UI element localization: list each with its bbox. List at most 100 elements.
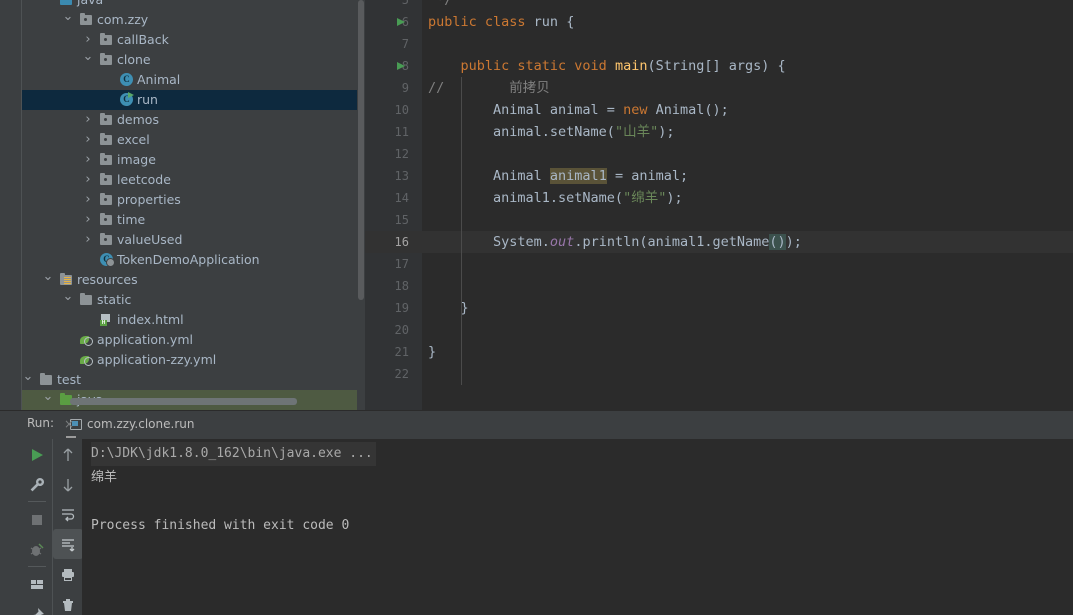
code-token: new xyxy=(623,102,656,118)
layout-button[interactable] xyxy=(22,569,52,599)
tree-node-application-yml[interactable]: application.yml xyxy=(22,330,357,350)
tree-node-clone[interactable]: clone xyxy=(22,50,357,70)
chevron-right-icon[interactable] xyxy=(82,150,94,170)
code-token: "山羊" xyxy=(614,124,659,140)
scroll-to-end-button[interactable] xyxy=(53,529,83,559)
tree-node-properties[interactable]: properties xyxy=(22,190,357,210)
tree-node-run[interactable]: run xyxy=(22,90,357,110)
run-tool-window-header: Run: com.zzy.clone.run × xyxy=(0,411,1073,438)
run-label: Run: xyxy=(27,416,55,430)
edit-configuration-button[interactable] xyxy=(22,469,52,499)
chevron-down-icon[interactable] xyxy=(42,270,54,290)
code-line[interactable]: // 前拷贝 xyxy=(428,77,550,99)
tree-node-demos[interactable]: demos xyxy=(22,110,357,130)
chevron-right-icon[interactable] xyxy=(82,190,94,210)
yml-file-icon-glyph xyxy=(80,334,93,347)
tree-node-label: Animal xyxy=(137,72,181,87)
tree-left-strip xyxy=(0,0,22,410)
code-token: Animal animal = xyxy=(428,102,624,118)
chevron-right-icon[interactable] xyxy=(82,170,94,190)
code-line[interactable]: System.out.println(animal1.getName()); xyxy=(428,231,802,253)
tree-node-valueused[interactable]: valueUsed xyxy=(22,230,357,250)
clear-all-button[interactable] xyxy=(53,589,83,615)
tree-node-leetcode[interactable]: leetcode xyxy=(22,170,357,190)
code-line[interactable]: Animal animal1 = animal; xyxy=(428,165,688,187)
chevron-down-icon[interactable] xyxy=(22,370,34,390)
run-toolbar-secondary[interactable] xyxy=(52,439,83,615)
tree-node-label: run xyxy=(137,92,158,107)
code-line[interactable]: public static void main(String[] args) { xyxy=(428,55,786,77)
indent-guide xyxy=(461,77,462,385)
code-line[interactable]: Animal animal = new Animal(); xyxy=(428,99,729,121)
project-tool-window[interactable]: java com.zzy callBack clone Animal run demos ex… xyxy=(0,0,365,410)
rerun-button[interactable] xyxy=(22,439,52,469)
tree-node-application-zzy-yml[interactable]: application-zzy.yml xyxy=(22,350,357,370)
run-configuration-tab[interactable]: com.zzy.clone.run × xyxy=(64,413,194,438)
tree-node-resources[interactable]: resources xyxy=(22,270,357,290)
code-token: ); xyxy=(785,234,802,250)
code-text-area[interactable]: */ public class run { public static void … xyxy=(422,0,1073,410)
chevron-right-icon[interactable] xyxy=(82,130,94,150)
layout-icon xyxy=(31,580,43,589)
tree-node-time[interactable]: time xyxy=(22,210,357,230)
gutter-run-icon[interactable] xyxy=(395,55,407,77)
code-line[interactable]: animal1.setName("绵羊"); xyxy=(428,187,683,209)
soft-wrap-button[interactable] xyxy=(53,499,83,529)
pin-tab-button[interactable] xyxy=(22,599,52,615)
editor-gutter[interactable]: 5678−910111213141516171819202122 xyxy=(365,0,433,410)
chevron-right-icon[interactable] xyxy=(82,230,94,250)
tree-node-test[interactable]: test xyxy=(22,370,357,390)
package-icon xyxy=(98,150,114,170)
project-tree-vertical-scrollbar[interactable] xyxy=(357,0,365,410)
up-stacktrace-button[interactable] xyxy=(53,439,83,469)
yml-file-icon-glyph xyxy=(80,354,93,367)
line-number: 22 xyxy=(394,367,409,381)
tree-node-label: index.html xyxy=(117,312,184,327)
package-icon-glyph xyxy=(100,133,112,145)
scrollbar-thumb[interactable] xyxy=(358,0,364,300)
code-line[interactable]: */ xyxy=(428,0,452,11)
line-number: 13 xyxy=(394,169,409,183)
chevron-down-icon[interactable] xyxy=(42,390,54,410)
chevron-down-icon[interactable] xyxy=(42,0,54,10)
code-line[interactable]: public class run { xyxy=(428,11,574,33)
project-tree-horizontal-scrollbar[interactable] xyxy=(70,398,297,405)
tree-node-animal[interactable]: Animal xyxy=(22,70,357,90)
tree-node-index-html[interactable]: index.html xyxy=(22,310,357,330)
close-icon[interactable]: × xyxy=(64,417,74,431)
chevron-right-icon[interactable] xyxy=(82,30,94,50)
tree-node-label: TokenDemoApplication xyxy=(117,252,260,267)
tree-node-excel[interactable]: excel xyxy=(22,130,357,150)
tree-node-tokendemoapplication[interactable]: TokenDemoApplication xyxy=(22,250,357,270)
code-line[interactable]: } xyxy=(428,341,436,363)
tree-node-com-zzy[interactable]: com.zzy xyxy=(22,10,357,30)
chevron-right-icon[interactable] xyxy=(82,210,94,230)
code-line[interactable]: animal.setName("山羊"); xyxy=(428,121,674,143)
tree-node-image[interactable]: image xyxy=(22,150,357,170)
chevron-down-icon[interactable] xyxy=(62,290,74,310)
chevron-down-icon[interactable] xyxy=(82,50,94,70)
run-tool-window[interactable]: Run: com.zzy.clone.run × D:\JDK\jdk1.8.0… xyxy=(0,410,1073,615)
chevron-right-icon[interactable] xyxy=(82,110,94,130)
play-icon xyxy=(32,449,43,461)
line-number: 5 xyxy=(401,0,409,7)
tree-node-callback[interactable]: callBack xyxy=(22,30,357,50)
package-icon-glyph xyxy=(100,113,112,125)
code-token: animal1.setName( xyxy=(428,190,624,206)
run-toolbar-primary[interactable] xyxy=(22,439,52,615)
chevron-down-icon[interactable] xyxy=(62,10,74,30)
gutter-run-icon[interactable] xyxy=(395,11,407,33)
editor-area[interactable]: 5678−910111213141516171819202122 */publi… xyxy=(365,0,1073,410)
package-icon xyxy=(98,190,114,210)
print-button[interactable] xyxy=(53,559,83,589)
tree-node-static[interactable]: static xyxy=(22,290,357,310)
down-stacktrace-button[interactable] xyxy=(53,469,83,499)
html-file-icon-glyph xyxy=(100,314,112,326)
stop-button[interactable] xyxy=(22,504,52,534)
code-token: main xyxy=(614,58,648,74)
code-line[interactable]: } xyxy=(428,297,469,319)
project-tree[interactable]: java com.zzy callBack clone Animal run demos ex… xyxy=(22,0,357,410)
line-number: 20 xyxy=(394,323,409,337)
console-output[interactable]: D:\JDK\jdk1.8.0_162\bin\java.exe ... 绵羊 Pr… xyxy=(82,439,1073,615)
debug-button[interactable] xyxy=(22,534,52,564)
